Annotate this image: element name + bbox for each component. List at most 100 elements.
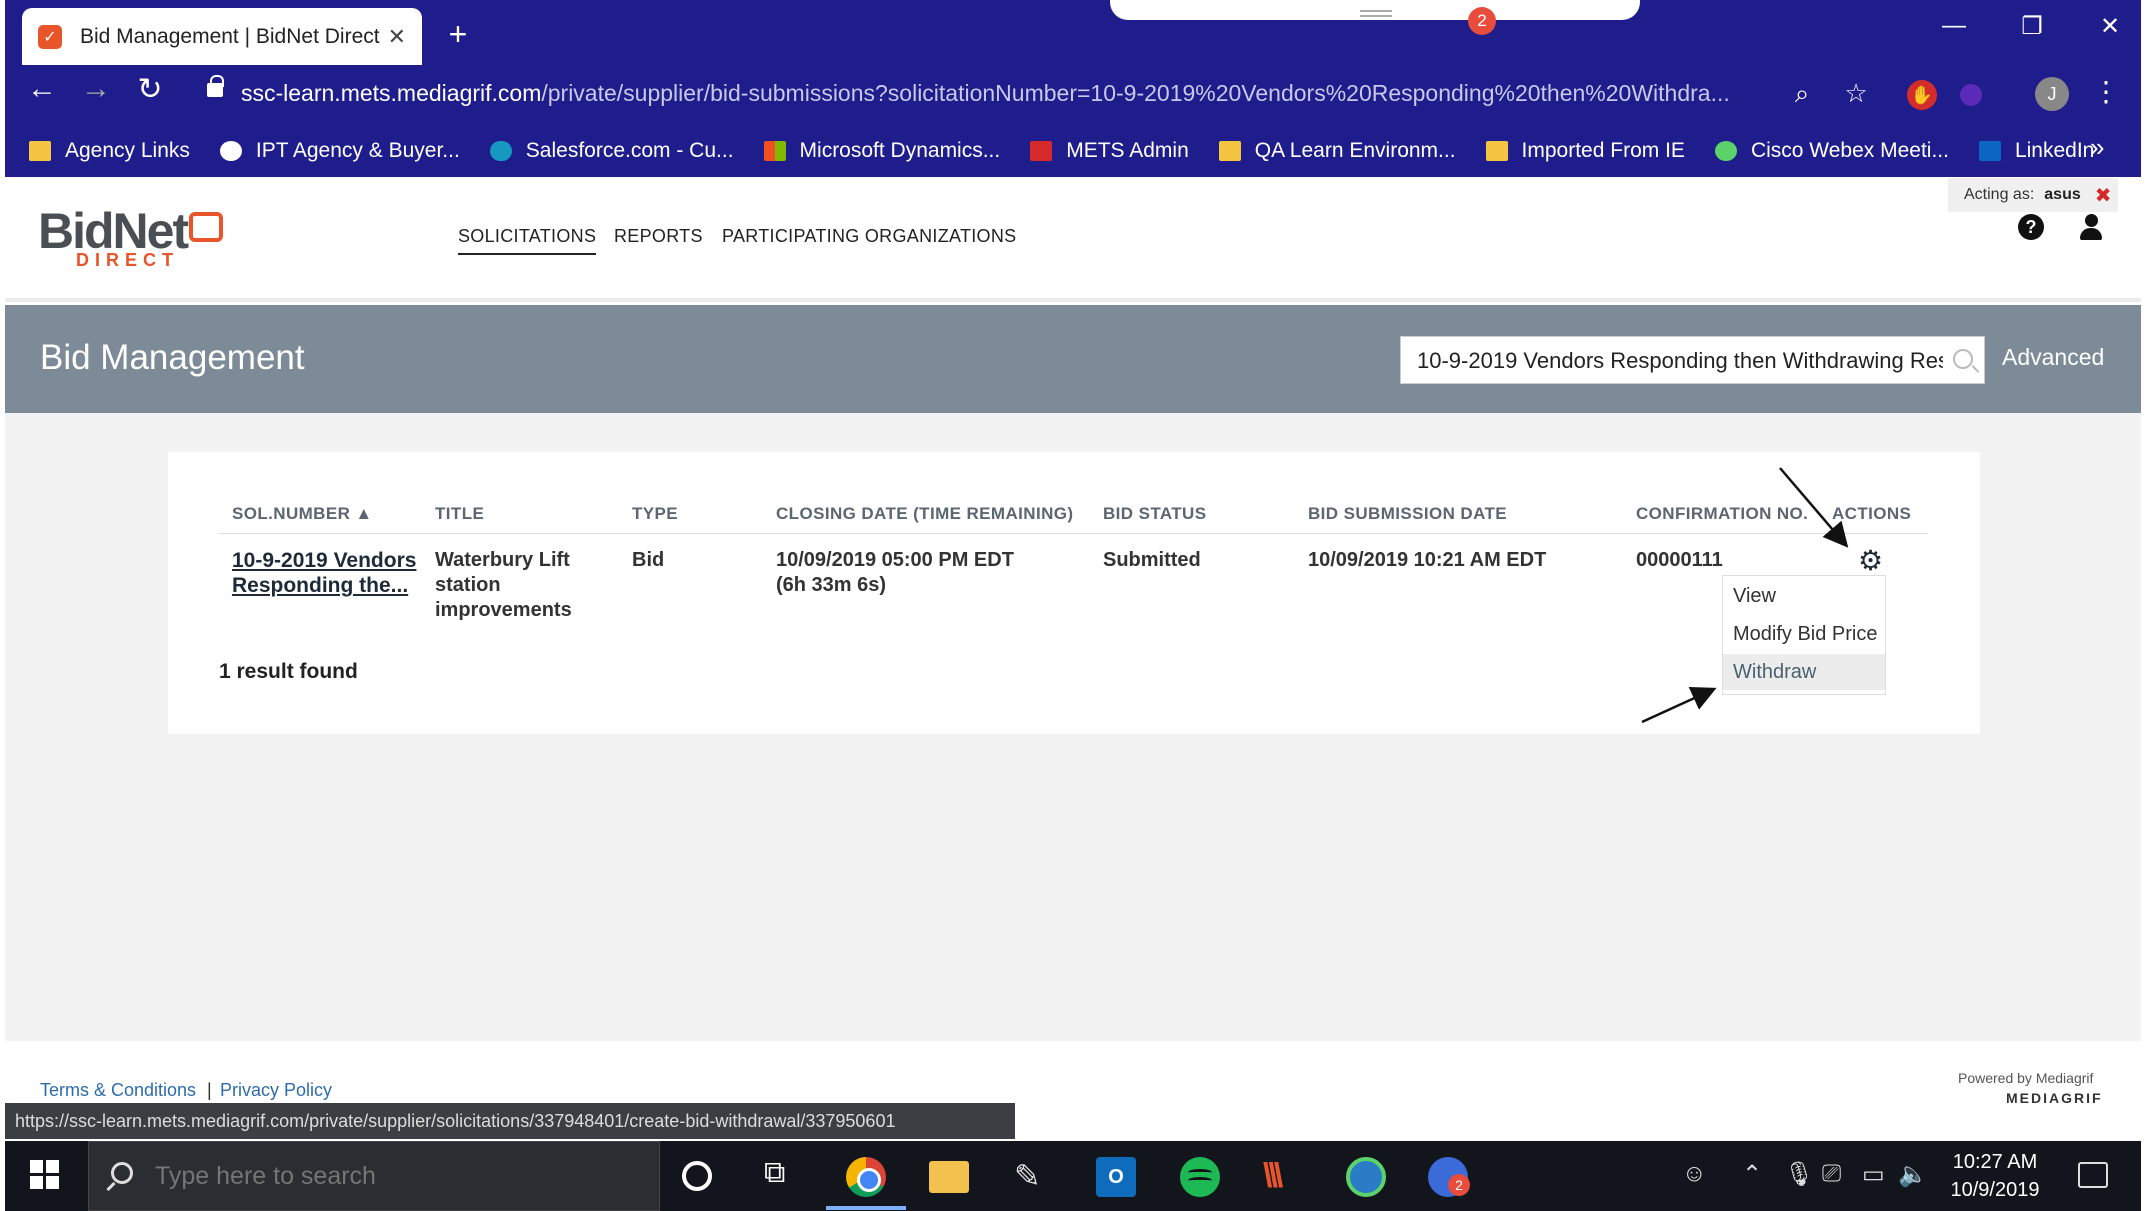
minimize-icon[interactable]: — [1934,12,1974,40]
microphone-icon[interactable]: 🎙 [1784,1160,1814,1189]
extension-red-icon[interactable]: ✋ [1907,80,1937,110]
file-explorer-icon[interactable] [929,1161,969,1193]
solicitation-link[interactable]: 10-9-2019 Vendors Responding the... [232,548,432,598]
cortana-icon[interactable] [682,1161,712,1191]
col-header-submission-date[interactable]: BID SUBMISSION DATE [1308,504,1507,524]
folder-icon [1218,141,1241,161]
tray-chevron-up-icon[interactable]: ⌃ [1742,1160,1762,1189]
footer-separator: | [207,1080,212,1100]
advanced-search-link[interactable]: Advanced [2002,344,2104,371]
col-header-sol-number[interactable]: SOL.NUMBER ▲ [232,504,373,524]
people-icon[interactable]: ☺ [1682,1160,1707,1188]
cell-submission-date: 10/09/2019 10:21 AM EDT [1308,549,1547,571]
col-header-bid-status[interactable]: BID STATUS [1103,504,1206,524]
profile-avatar[interactable]: J [2035,77,2069,111]
network-icon[interactable]: ⎚ [1822,1160,1841,1188]
taskbar-search[interactable] [88,1141,660,1211]
sort-asc-icon: ▲ [355,504,373,523]
help-icon[interactable]: ? [2018,214,2044,240]
col-header-title[interactable]: TITLE [435,504,484,524]
microsoft-logo-icon [763,141,786,161]
url-host: ssc-learn.mets.mediagrif.com [241,80,542,106]
forward-icon[interactable]: → [76,72,116,106]
task-view-icon[interactable]: ⧉ [764,1156,804,1196]
nav-participating-organizations[interactable]: PARTICIPATING ORGANIZATIONS [722,226,1016,247]
close-window-icon[interactable]: ✕ [2090,12,2130,41]
zoom-icon[interactable]: ⌕ [1784,78,1820,110]
folder-icon [29,141,51,161]
browser-tab[interactable]: ✓ Bid Management | BidNet Direct ✕ [22,8,422,65]
col-header-closing-date[interactable]: CLOSING DATE (TIME REMAINING) [776,504,1073,524]
arrow-to-withdraw [1641,686,1717,724]
folder-icon [1485,141,1508,161]
battery-icon[interactable]: ▭ [1862,1160,1885,1189]
cell-title: Waterbury Lift station improvements [435,549,572,621]
outlook-icon[interactable]: O [1096,1157,1136,1197]
reload-icon[interactable]: ↻ [130,72,170,107]
nav-reports[interactable]: REPORTS [614,226,703,247]
chat-app-badge: 2 [1448,1174,1470,1196]
bookmark-item[interactable]: Imported From IE [1485,139,1685,163]
bookmarks-overflow-icon[interactable]: » [2090,132,2104,163]
bookmark-item[interactable]: Salesforce.com - Cu... [489,139,734,163]
extension-purple-icon[interactable] [1960,84,1982,106]
acting-as-box: Acting as: asus ✖ [1948,178,2118,212]
bookmark-star-icon[interactable]: ☆ [1838,78,1874,109]
annotation-arrows [1641,467,1849,724]
search-icon [111,1162,133,1184]
taskbar-clock[interactable]: 10:27 AM 10/9/2019 [1940,1148,2050,1204]
taskbar-search-input[interactable] [153,1158,633,1194]
bidnet-logo[interactable]: BidNet DIRECT [38,202,224,270]
solicitation-search-box[interactable] [1400,336,1985,384]
bookmark-item[interactable]: LinkedIn [1978,139,2094,163]
tab-close-icon[interactable]: ✕ [388,24,406,50]
webex-icon[interactable] [1346,1157,1386,1197]
tab-title: Bid Management | BidNet Direct [80,24,380,48]
action-center-icon[interactable] [2078,1162,2108,1188]
chrome-icon[interactable] [846,1157,886,1197]
new-tab-icon[interactable]: + [438,14,478,54]
terms-link[interactable]: Terms & Conditions [40,1080,196,1101]
lock-icon [207,75,224,97]
bookmark-item[interactable]: IPT Agency & Buyer... [219,139,460,163]
powered-by: Powered by Mediagrif [1958,1070,2094,1086]
browser-menu-icon[interactable]: ⋮ [2092,75,2120,108]
app-stripes-icon[interactable]: \\\ [1263,1157,1303,1197]
bookmark-item[interactable]: QA Learn Environm... [1218,139,1456,163]
url-path: /private/supplier/bid-submissions?solici… [541,80,1730,106]
cell-type: Bid [632,549,665,571]
mets-admin-icon [1030,141,1053,161]
bookmark-item[interactable]: Agency Links [29,139,190,163]
page-title: Bid Management [40,338,305,377]
privacy-link[interactable]: Privacy Policy [220,1080,332,1101]
col-header-type[interactable]: TYPE [632,504,678,524]
logo-check-icon [189,212,224,242]
bookmark-item[interactable]: Microsoft Dynamics... [763,139,1000,163]
salesforce-cloud-icon [489,141,512,161]
linkedin-icon [1978,141,2001,161]
arrow-to-gear [1779,467,1849,548]
search-input[interactable] [1415,345,1945,377]
cell-bid-status: Submitted [1103,549,1201,571]
spotify-icon[interactable] [1180,1157,1220,1197]
nav-solicitations[interactable]: SOLICITATIONS [458,226,597,255]
restore-icon[interactable]: ❐ [2012,12,2052,41]
acting-as-user: asus [2044,186,2081,203]
notification-badge: 2 [1468,7,1496,35]
app-header [5,177,2141,302]
link-status-bar: https://ssc-learn.mets.mediagrif.com/pri… [5,1103,1015,1139]
user-icon[interactable] [2078,214,2104,242]
back-icon[interactable]: ← [22,72,62,106]
stop-acting-close-icon[interactable]: ✖ [2095,183,2112,208]
bookmark-item[interactable]: METS Admin [1030,139,1189,163]
volume-icon[interactable]: 🔈 [1898,1160,1928,1189]
active-app-indicator [826,1206,906,1210]
mediagrif-logo: MEDIAGRIF [2006,1090,2103,1106]
bookmarks-bar: Agency Links IPT Agency & Buyer... Sales… [5,125,2141,177]
windows-start-icon[interactable] [30,1160,60,1190]
bookmark-item[interactable]: Cisco Webex Meeti... [1714,139,1949,163]
cell-closing-date: 10/09/2019 05:00 PM EDT (6h 33m 6s) [776,549,1014,596]
search-icon[interactable] [1953,349,1973,369]
pen-app-icon[interactable]: ✎ [1014,1157,1054,1197]
address-bar[interactable]: ssc-learn.mets.mediagrif.com/private/sup… [195,70,1755,120]
